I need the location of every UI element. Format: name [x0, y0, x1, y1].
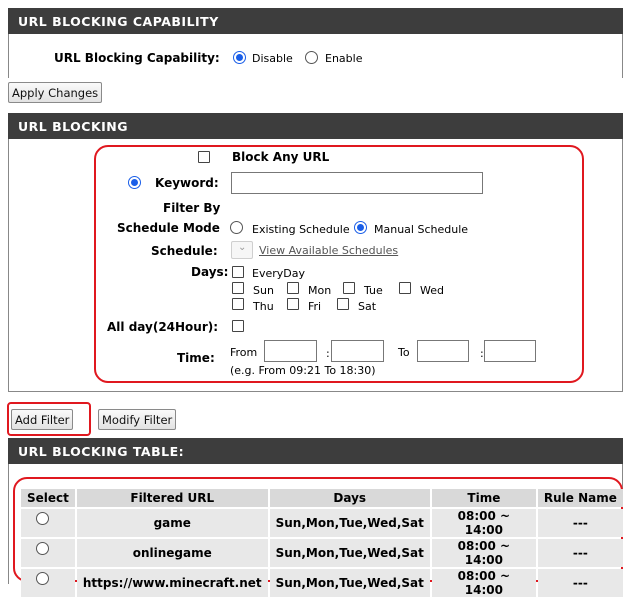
to-hour-input[interactable] — [417, 340, 469, 362]
row-days: Sun,Mon,Tue,Wed,Sat — [269, 539, 430, 567]
day-thu-checkbox[interactable] — [232, 298, 244, 310]
day-wed-checkbox[interactable] — [399, 282, 411, 294]
row-days: Sun,Mon,Tue,Wed,Sat — [269, 569, 430, 597]
day-sat-checkbox[interactable] — [337, 298, 349, 310]
schedule-mode-label: Schedule Mode — [117, 221, 220, 235]
days-label: Days: — [191, 265, 229, 279]
capability-section-header: URL BLOCKING CAPABILITY — [8, 8, 623, 34]
row-select-radio[interactable] — [36, 542, 49, 555]
day-sun-checkbox[interactable] — [232, 282, 244, 294]
table-header-row: Select Filtered URL Days Time Rule Name — [21, 489, 623, 507]
block-any-url-label: Block Any URL — [232, 150, 330, 164]
day-wed-label: Wed — [420, 284, 444, 297]
col-days: Days — [269, 489, 430, 507]
modify-filter-button[interactable]: Modify Filter — [98, 409, 177, 430]
col-rule-name: Rule Name — [537, 489, 623, 507]
row-select-cell — [21, 509, 75, 537]
capability-label: URL Blocking Capability: — [54, 51, 220, 65]
day-fri-label: Fri — [308, 300, 322, 313]
col-filtered-url: Filtered URL — [76, 489, 268, 507]
day-sun-label: Sun — [253, 284, 274, 297]
row-url: https://www.minecraft.net — [76, 569, 268, 597]
block-any-url-checkbox[interactable] — [198, 151, 210, 163]
keyword-label: Keyword: — [155, 176, 219, 190]
view-schedules-link[interactable]: View Available Schedules — [259, 244, 398, 257]
row-time: 08:00 ~ 14:00 — [431, 509, 536, 537]
to-label: To — [398, 346, 410, 359]
row-url: game — [76, 509, 268, 537]
from-hour-input[interactable] — [264, 340, 317, 362]
row-url: onlinegame — [76, 539, 268, 567]
row-select-radio[interactable] — [36, 572, 49, 585]
keyword-input[interactable] — [231, 172, 483, 194]
existing-schedule-label: Existing Schedule — [252, 223, 350, 236]
existing-schedule-radio[interactable] — [230, 221, 243, 234]
manual-schedule-radio[interactable] — [354, 221, 367, 234]
row-time: 08:00 ~ 14:00 — [431, 569, 536, 597]
schedule-select[interactable]: ⌄ — [231, 241, 253, 259]
table-section-header: URL BLOCKING TABLE: — [8, 438, 623, 464]
schedule-label: Schedule: — [151, 244, 218, 258]
day-sat-label: Sat — [358, 300, 377, 313]
from-label: From — [230, 346, 258, 359]
manual-schedule-label: Manual Schedule — [374, 223, 469, 236]
disable-radio[interactable] — [233, 51, 246, 64]
filter-by-label: Filter By — [163, 201, 221, 215]
allday-label: All day(24Hour): — [107, 320, 219, 334]
everyday-checkbox[interactable] — [232, 266, 244, 278]
table-row: https://www.minecraft.net Sun,Mon,Tue,We… — [21, 569, 623, 597]
from-colon: : — [326, 347, 330, 360]
chevron-down-icon: ⌄ — [238, 242, 247, 253]
disable-label: Disable — [252, 52, 293, 65]
day-thu-label: Thu — [253, 300, 274, 313]
day-fri-checkbox[interactable] — [287, 298, 299, 310]
row-rule-name: --- — [537, 509, 623, 537]
row-days: Sun,Mon,Tue,Wed,Sat — [269, 509, 430, 537]
col-time: Time — [431, 489, 536, 507]
url-blocking-table: Select Filtered URL Days Time Rule Name … — [19, 487, 625, 599]
table-row: onlinegame Sun,Mon,Tue,Wed,Sat 08:00 ~ 1… — [21, 539, 623, 567]
col-select: Select — [21, 489, 75, 507]
enable-radio[interactable] — [305, 51, 318, 64]
row-time: 08:00 ~ 14:00 — [431, 539, 536, 567]
allday-checkbox[interactable] — [232, 320, 244, 332]
blocking-section-header: URL BLOCKING — [8, 113, 623, 139]
time-hint: (e.g. From 09:21 To 18:30) — [230, 364, 376, 377]
from-minute-input[interactable] — [331, 340, 384, 362]
row-select-radio[interactable] — [36, 512, 49, 525]
everyday-label: EveryDay — [252, 267, 305, 280]
row-rule-name: --- — [537, 569, 623, 597]
enable-label: Enable — [325, 52, 363, 65]
add-filter-button[interactable]: Add Filter — [11, 409, 74, 430]
capability-panel: URL Blocking Capability: Disable Enable — [8, 34, 623, 78]
row-select-cell — [21, 539, 75, 567]
day-mon-checkbox[interactable] — [287, 282, 299, 294]
row-rule-name: --- — [537, 539, 623, 567]
day-tue-checkbox[interactable] — [343, 282, 355, 294]
table-row: game Sun,Mon,Tue,Wed,Sat 08:00 ~ 14:00 -… — [21, 509, 623, 537]
to-minute-input[interactable] — [484, 340, 536, 362]
row-select-cell — [21, 569, 75, 597]
apply-changes-button[interactable]: Apply Changes — [8, 82, 103, 103]
time-label: Time: — [177, 351, 215, 365]
day-mon-label: Mon — [308, 284, 332, 297]
keyword-radio[interactable] — [128, 176, 141, 189]
day-tue-label: Tue — [364, 284, 383, 297]
